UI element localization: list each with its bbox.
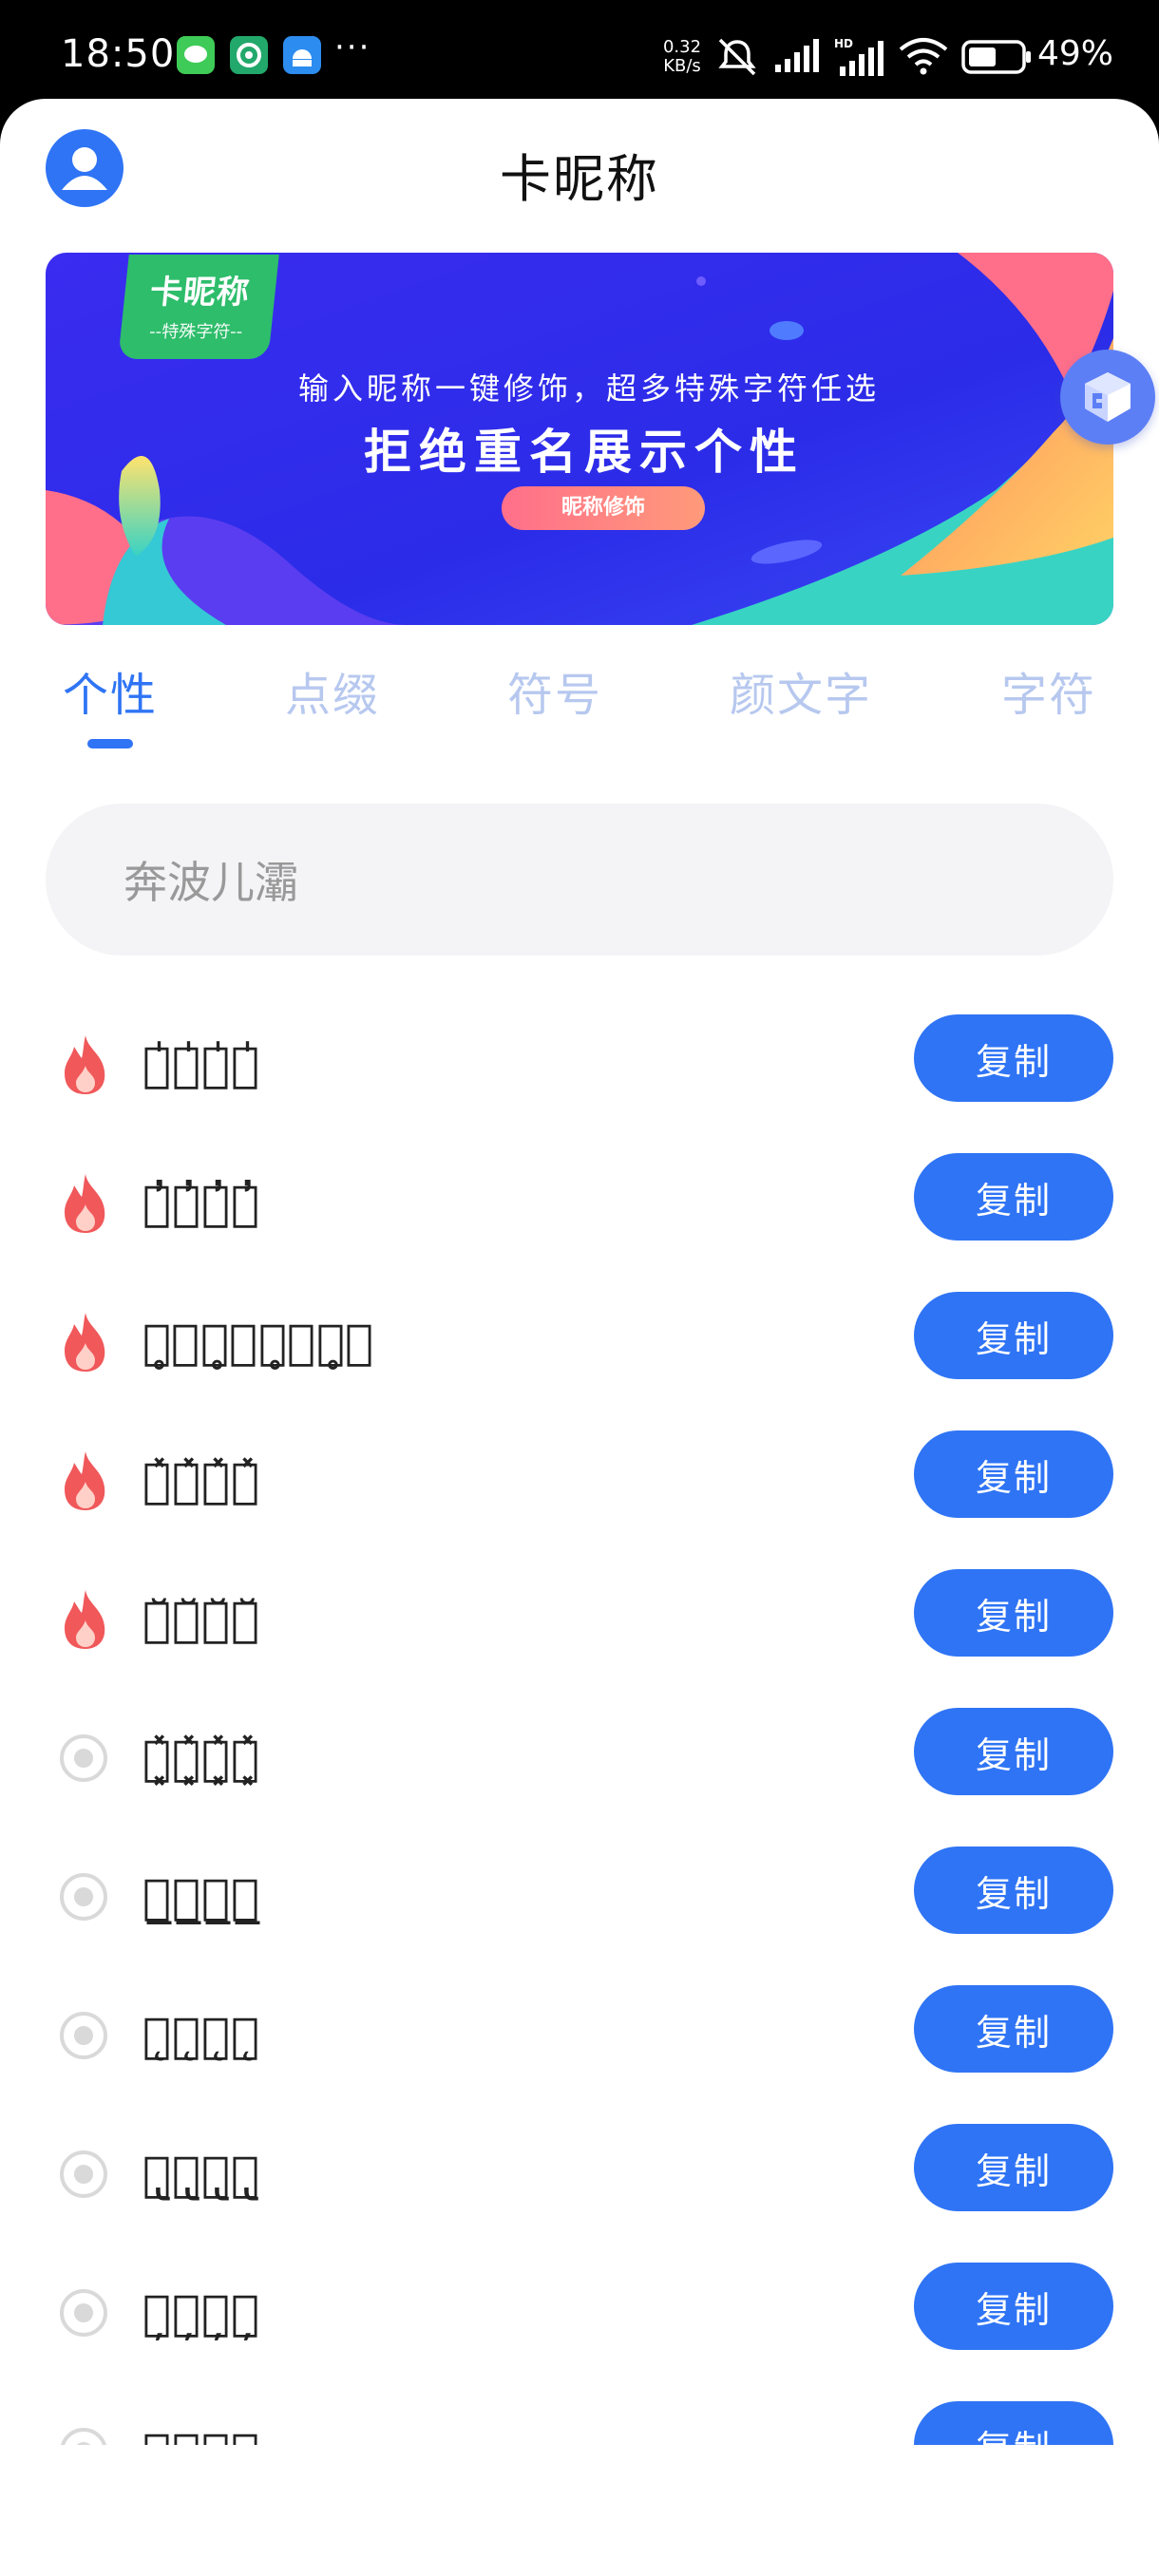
svg-text:HD: HD xyxy=(834,37,853,50)
tab-personality[interactable]: 个性 xyxy=(63,657,158,724)
list-item: 奔̳波̳儿̳灞̳ 复制 xyxy=(0,2386,1159,2445)
tab-symbols[interactable]: 符号 xyxy=(507,657,602,724)
banner-tagline: 输入昵称一键修饰，超多特殊字符任选 xyxy=(297,370,880,407)
copy-button[interactable]: 复制 xyxy=(914,1014,1113,1102)
copy-button[interactable]: 复制 xyxy=(914,2401,1113,2445)
nickname-input[interactable] xyxy=(46,804,1113,956)
more-notifications-icon: ··· xyxy=(334,28,371,66)
circle-dot-icon xyxy=(59,2420,112,2445)
list-item: 奔̢波̢儿̢灞̢ 复制 xyxy=(0,2109,1159,2247)
fire-icon xyxy=(59,1311,112,1373)
nickname-text: 奔̍波̍儿̍灞̍ xyxy=(142,1037,261,1092)
nickname-text: 奔̨波̨儿̨灞̨ xyxy=(142,2008,261,2063)
fire-icon xyxy=(59,1033,112,1096)
status-bar: 18:50 ··· 0.32 KB/s HD 49% xyxy=(0,0,1159,104)
circle-dot-icon xyxy=(59,1866,112,1928)
copy-button[interactable]: 复制 xyxy=(914,1847,1113,1934)
nickname-text: 奔̥ͦ波̥ͦ儿̥ͦ灞̥ͦ xyxy=(142,1315,375,1370)
page-title: 卡昵称 xyxy=(500,149,659,209)
battery-level: 49% xyxy=(1037,34,1114,73)
net-speed: 0.32 KB/s xyxy=(662,37,702,76)
android-app-icon xyxy=(283,36,321,74)
list-item: 奔̲̲波̲̲儿̲̲灞̲̲ 复制 xyxy=(0,1831,1159,1970)
banner-badge: 卡昵称 --特殊字符-- xyxy=(118,255,279,359)
nickname-text: 奔̦波̦儿̦灞̦ xyxy=(142,2285,261,2340)
promo-banner[interactable]: 卡昵称 --特殊字符-- 输入昵称一键修饰，超多特殊字符任选 拒绝重名展示个性 … xyxy=(46,253,1113,625)
message-app-icon xyxy=(177,36,215,74)
nickname-text: 奔̳波̳儿̳灞̳ xyxy=(142,2424,260,2445)
nickname-text: 奔̲̲波̲̲儿̲̲灞̲̲ xyxy=(142,1869,261,1924)
signal-hd-icon: HD xyxy=(834,37,884,76)
nickname-text: 奔͓̽波͓̽儿͓̽灞͓̽ xyxy=(142,1731,261,1786)
list-item: 奔͓̽波͓̽儿͓̽灞͓̽ 复制 xyxy=(0,1693,1159,1831)
tab-decoration[interactable]: 点缀 xyxy=(285,657,380,724)
copy-button[interactable]: 复制 xyxy=(914,1430,1113,1518)
tab-characters[interactable]: 字符 xyxy=(1001,657,1096,724)
tab-indicator xyxy=(87,739,133,748)
nickname-list: 奔̍波̍儿̍灞̍ 复制 奔̓波̓儿̓灞̓ 复制 奔̥ͦ波̥ͦ儿̥ͦ灞̥ͦ 复制 奔̽波̽儿̽… xyxy=(0,999,1159,2445)
copy-button[interactable]: 复制 xyxy=(914,1569,1113,1657)
copy-button[interactable]: 复制 xyxy=(914,2263,1113,2350)
nickname-text: 奔̓波̓儿̓灞̓ xyxy=(142,1176,261,1231)
floating-cube-icon[interactable] xyxy=(1060,350,1155,445)
wifi-icon xyxy=(899,38,948,75)
status-time: 18:50 xyxy=(61,32,176,76)
sync-app-icon xyxy=(230,36,268,74)
list-item: 奔̥ͦ波̥ͦ儿̥ͦ灞̥ͦ 复制 xyxy=(0,1277,1159,1415)
system-nav-bar xyxy=(0,2540,1159,2576)
battery-icon xyxy=(961,40,1031,74)
copy-button[interactable]: 复制 xyxy=(914,1708,1113,1795)
tab-kaomoji[interactable]: 颜文字 xyxy=(730,657,872,724)
fire-icon xyxy=(59,1172,112,1235)
main-panel: 卡昵称 卡昵称 --特殊字符-- 输入昵称一键修饰，超多特殊字符任选 拒绝重名展… xyxy=(0,99,1159,2576)
copy-button[interactable]: 复制 xyxy=(914,1985,1113,2073)
mute-icon xyxy=(718,38,756,76)
banner-button[interactable]: 昵称修饰 xyxy=(502,486,705,530)
nickname-text: 奔̽波̽儿̽灞̽ xyxy=(142,1453,261,1508)
list-item: 奔̽波̽儿̽灞̽ 复制 xyxy=(0,1415,1159,1554)
copy-button[interactable]: 复制 xyxy=(914,1153,1113,1241)
banner-headline: 拒绝重名展示个性 xyxy=(364,425,805,480)
list-item: 奔̦波̦儿̦灞̦ 复制 xyxy=(0,2247,1159,2386)
nickname-text: 奔̆波̆儿̆灞̆ xyxy=(142,1592,261,1647)
list-item: 奔̓波̓儿̓灞̓ 复制 xyxy=(0,1138,1159,1277)
fire-icon xyxy=(59,1588,112,1651)
circle-dot-icon xyxy=(59,2143,112,2206)
circle-dot-icon xyxy=(59,1727,112,1790)
list-item: 奔̆波̆儿̆灞̆ 复制 xyxy=(0,1554,1159,1693)
signal-icon xyxy=(775,39,819,72)
circle-dot-icon xyxy=(59,2004,112,2067)
list-item: 奔̍波̍儿̍灞̍ 复制 xyxy=(0,999,1159,1138)
nickname-text: 奔̢波̢儿̢灞̢ xyxy=(142,2147,261,2202)
copy-button[interactable]: 复制 xyxy=(914,1292,1113,1379)
copy-button[interactable]: 复制 xyxy=(914,2124,1113,2211)
circle-dot-icon xyxy=(59,2282,112,2344)
fire-icon xyxy=(59,1449,112,1512)
list-item: 奔̨波̨儿̨灞̨ 复制 xyxy=(0,1970,1159,2109)
